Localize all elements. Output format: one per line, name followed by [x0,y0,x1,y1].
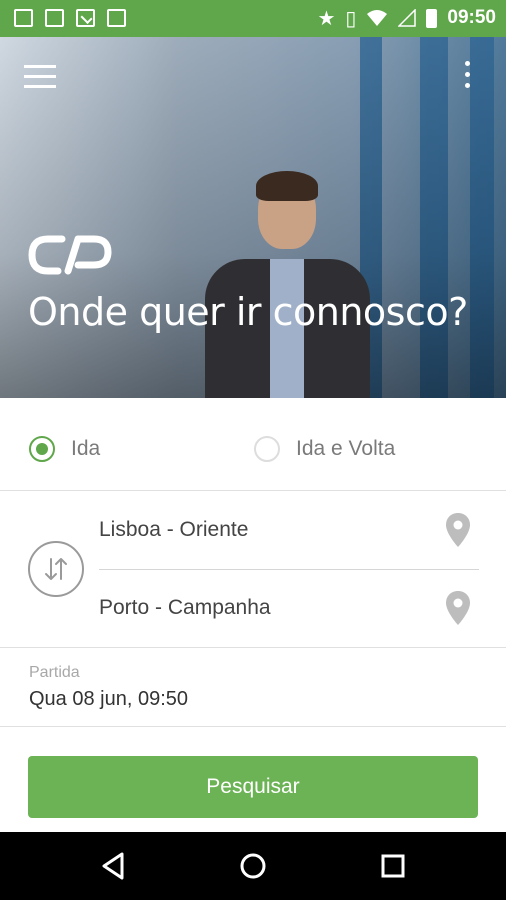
search-button[interactable]: Pesquisar [28,756,478,818]
destination-station-field[interactable]: Porto - Campanha [99,596,271,620]
camera-icon [107,9,126,27]
status-bar: ★ ▯ 09:50 [0,0,506,37]
cp-logo [28,235,112,275]
radio-unselected-icon[interactable] [254,436,280,462]
back-icon [102,852,124,880]
vibrate-icon: ▯ [345,6,357,30]
signal-icon [398,9,417,27]
swap-arrows-icon [45,558,67,580]
departure-label: Partida [29,664,80,681]
origin-station-field[interactable]: Lisboa - Oriente [99,518,248,542]
trip-option-ida[interactable]: Ida [29,436,100,462]
departure-date-field[interactable]: Partida Qua 08 jun, 09:50 [0,648,506,727]
clock: 09:50 [447,7,496,28]
wifi-icon [367,10,388,26]
android-nav-bar [0,832,506,900]
back-button[interactable] [73,832,153,900]
recents-icon [381,854,405,878]
home-button[interactable] [213,832,293,900]
star-icon: ★ [317,6,336,30]
notification-icons [14,9,126,27]
trip-option-ida-e-volta[interactable]: Ida e Volta [254,436,395,462]
location-pin-icon[interactable] [446,513,470,547]
more-options-icon[interactable] [460,61,474,91]
route-section: Lisboa - Oriente Porto - Campanha [0,491,506,648]
location-pin-icon[interactable] [446,591,470,625]
home-icon [240,853,266,879]
hero-banner [0,37,506,398]
hero-photo-person [200,171,375,398]
trip-type-selector: Ida Ida e Volta [0,398,506,491]
system-icons: ★ ▯ 09:50 [317,7,496,29]
swap-stations-button[interactable] [28,541,84,597]
download-icon [76,9,95,27]
hero-title: Onde quer ir connosco? [28,290,468,334]
route-divider [99,569,479,570]
image-icon [14,9,33,27]
recents-button[interactable] [353,832,433,900]
departure-value: Qua 08 jun, 09:50 [29,688,189,710]
battery-icon [426,8,438,28]
trip-option-label: Ida e Volta [296,437,396,460]
photo-icon [45,9,64,27]
trip-option-label: Ida [71,437,101,460]
radio-selected-icon[interactable] [29,436,55,462]
menu-icon[interactable] [24,65,56,89]
